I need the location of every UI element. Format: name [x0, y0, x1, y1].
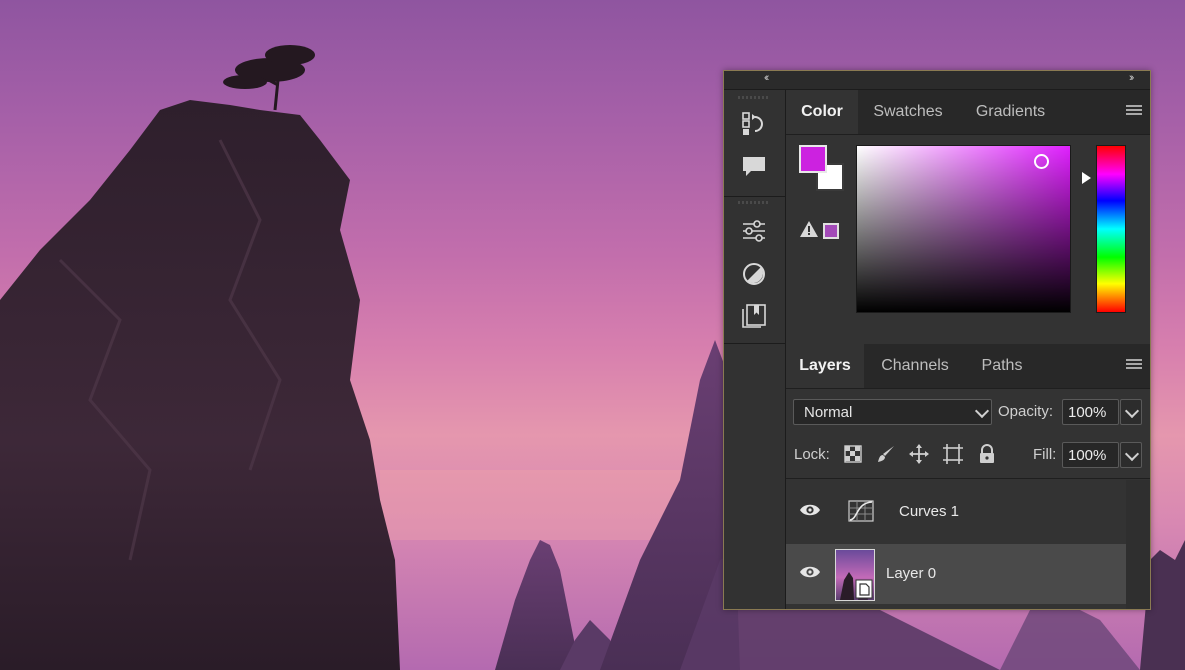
visibility-eye-icon[interactable] — [799, 503, 821, 522]
foreground-color-swatch[interactable] — [799, 145, 827, 173]
layers-scrollbar[interactable] — [1126, 480, 1150, 609]
grip-handle[interactable] — [738, 96, 770, 99]
opacity-input[interactable]: 100% — [1062, 399, 1119, 425]
fill-slider-button[interactable] — [1120, 442, 1142, 468]
layers-panel-body: Normal Opacity: 100% Lock: Fill: 100% Cu… — [786, 389, 1150, 609]
opacity-label: Opacity: — [998, 403, 1054, 420]
layers-panel-tabs: Layers Channels Paths — [786, 344, 1150, 389]
opacity-slider-button[interactable] — [1120, 399, 1142, 425]
blend-mode-select[interactable]: Normal — [793, 399, 992, 425]
tab-swatches[interactable]: Swatches — [858, 90, 958, 134]
layer-row-curves[interactable]: Curves 1 — [786, 482, 1126, 542]
strip-divider — [724, 196, 785, 197]
picker-cursor[interactable] — [1034, 154, 1049, 169]
hue-slider-handle[interactable] — [1082, 172, 1091, 184]
opacity-value: 100% — [1068, 404, 1107, 421]
hue-slider[interactable] — [1096, 145, 1126, 313]
blend-mode-value: Normal — [804, 404, 853, 421]
lock-position-icon[interactable] — [908, 443, 930, 465]
panels-area: Color Swatches Gradients Layers Channels… — [786, 90, 1150, 609]
gamut-color-swatch[interactable] — [823, 223, 839, 239]
layer-row-layer0[interactable]: Layer 0 — [786, 544, 1126, 604]
collapse-dock-icon[interactable]: ‹‹ — [764, 72, 770, 84]
curves-adjustment-icon — [848, 500, 874, 527]
lock-all-icon[interactable] — [976, 443, 998, 465]
history-icon[interactable] — [740, 110, 768, 138]
tab-color[interactable]: Color — [786, 90, 858, 134]
layer-name: Layer 0 — [886, 565, 937, 582]
tab-channels[interactable]: Channels — [864, 344, 966, 388]
panel-dock-header: ‹‹ ›› — [724, 71, 1150, 90]
fill-value: 100% — [1068, 447, 1107, 464]
chevron-down-icon — [1124, 446, 1140, 462]
tab-layers[interactable]: Layers — [786, 344, 864, 388]
expand-dock-icon[interactable]: ›› — [1129, 72, 1135, 84]
comment-icon[interactable] — [740, 153, 768, 181]
lock-artboard-icon[interactable] — [942, 443, 964, 465]
adjustments-icon[interactable] — [740, 217, 768, 245]
fill-label: Fill: — [1033, 446, 1057, 463]
tab-paths[interactable]: Paths — [966, 344, 1038, 388]
color-panel-body — [786, 135, 1150, 345]
collapsed-panels-strip — [724, 90, 786, 609]
tab-gradients[interactable]: Gradients — [958, 90, 1063, 134]
chevron-down-icon — [1124, 403, 1140, 419]
layer-name: Curves 1 — [899, 503, 960, 520]
saturation-brightness-field[interactable] — [856, 145, 1071, 313]
styles-icon[interactable] — [740, 260, 768, 288]
lock-image-pixels-icon[interactable] — [875, 443, 897, 465]
chevron-down-icon — [974, 403, 990, 419]
grip-handle[interactable] — [738, 201, 770, 204]
lock-transparent-pixels-icon[interactable] — [842, 443, 864, 465]
lock-label: Lock: — [794, 446, 830, 463]
panel-menu-icon[interactable] — [1126, 359, 1142, 372]
color-panel-tabs: Color Swatches Gradients — [786, 90, 1150, 135]
photoshop-panel-dock: ‹‹ ›› Color Swatches Gradients Layers Ch… — [723, 70, 1151, 610]
strip-divider — [724, 343, 785, 344]
panel-menu-icon[interactable] — [1126, 105, 1142, 118]
out-of-gamut-warning-icon[interactable] — [799, 220, 819, 243]
layers-divider — [786, 478, 1150, 479]
visibility-eye-icon[interactable] — [799, 565, 821, 584]
fill-input[interactable]: 100% — [1062, 442, 1119, 468]
layer-thumbnail[interactable] — [835, 549, 875, 601]
libraries-icon[interactable] — [740, 302, 768, 330]
